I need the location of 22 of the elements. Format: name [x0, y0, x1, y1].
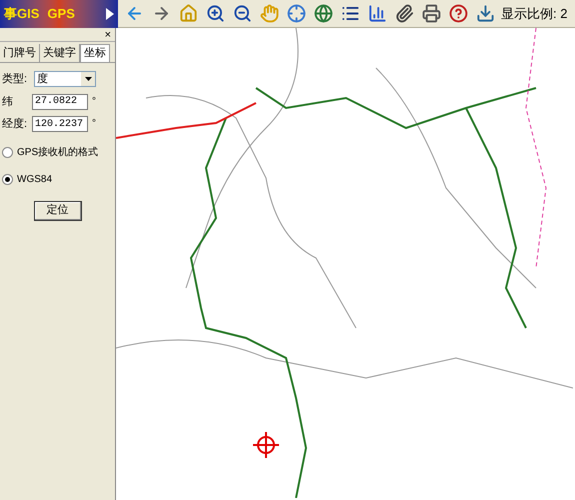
tab[interactable]: 坐标 — [80, 44, 110, 62]
tab[interactable]: 门牌号 — [0, 44, 40, 62]
radio-button[interactable] — [2, 174, 13, 184]
longitude-field[interactable]: 120.2237 — [32, 116, 88, 132]
type-dropdown[interactable]: 度 — [34, 71, 96, 88]
longitude-label: 经度: — [2, 116, 28, 132]
logo-subtitle: GPS — [47, 4, 75, 23]
radio-button[interactable] — [2, 146, 13, 158]
degree-unit: ° — [92, 94, 96, 108]
scale-label: 显示比例: 2 — [501, 4, 568, 23]
radio-label: GPS接收机的格式 — [17, 146, 98, 160]
latitude-label: 纬 — [2, 94, 14, 110]
close-button[interactable]: × — [100, 28, 115, 41]
logo-title: 事GIS — [4, 4, 40, 23]
latitude-field[interactable]: 27.0822 — [32, 94, 88, 110]
play-arrow-icon[interactable] — [106, 8, 114, 20]
target-marker-icon — [253, 432, 279, 458]
type-label: 类型: — [2, 72, 28, 87]
radio-label: WGS84 — [17, 172, 52, 186]
locate-button[interactable]: 定位 — [34, 200, 82, 220]
caret-icon — [81, 72, 95, 86]
degree-unit: ° — [92, 117, 96, 131]
